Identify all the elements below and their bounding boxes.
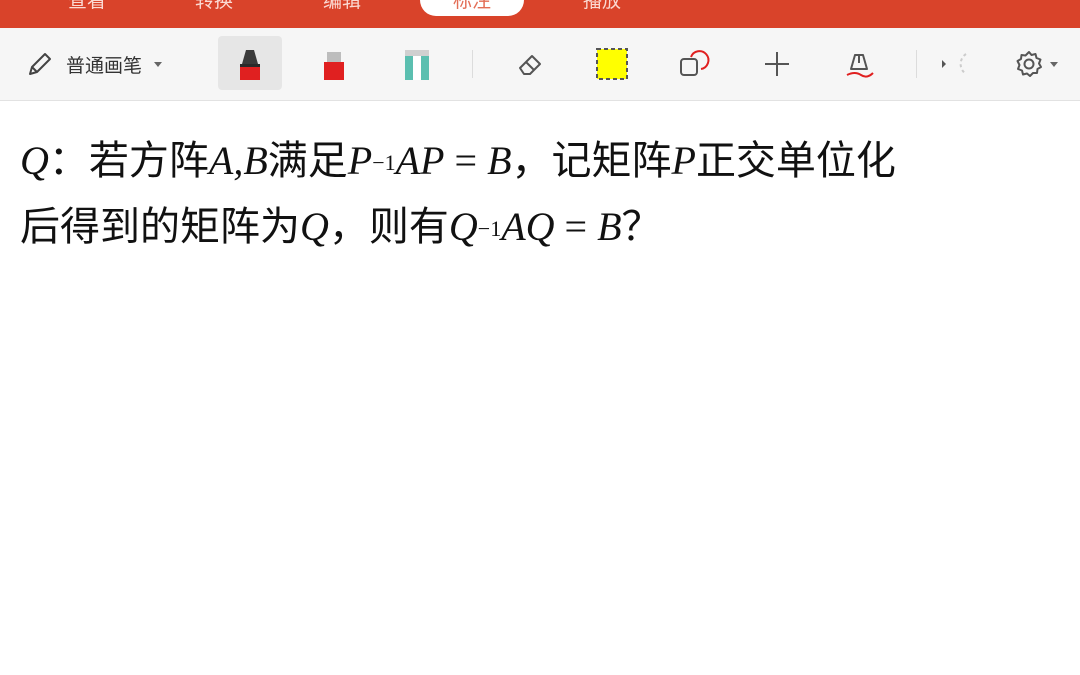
text-fragment: 后得到的矩阵为 bbox=[20, 204, 300, 250]
highlighter-red-icon bbox=[324, 52, 344, 80]
settings-icon bbox=[1016, 51, 1042, 77]
tab-annotate[interactable]: 标注 bbox=[420, 0, 524, 16]
math-operator: = bbox=[554, 204, 598, 249]
add-tool[interactable] bbox=[753, 28, 801, 100]
math-symbol: , bbox=[233, 138, 244, 183]
eraser-icon bbox=[519, 55, 541, 75]
highlighter-red-tool[interactable] bbox=[310, 28, 358, 100]
signature-tool[interactable] bbox=[836, 28, 884, 100]
dropdown-caret-icon bbox=[1050, 61, 1058, 67]
tab-view[interactable]: 查看 bbox=[35, 0, 139, 16]
math-superscript: −1 bbox=[372, 150, 396, 175]
marker-red-icon bbox=[240, 50, 260, 80]
marker-red-tool[interactable] bbox=[226, 28, 274, 100]
math-symbol: P bbox=[347, 138, 373, 183]
highlighter-teal-icon bbox=[405, 50, 429, 80]
math-symbol: AP bbox=[395, 138, 445, 183]
tab-play[interactable]: 播放 bbox=[550, 0, 654, 16]
text-fragment: ，则有 bbox=[328, 204, 449, 250]
toolbar-divider bbox=[916, 50, 917, 78]
pencil-icon bbox=[29, 53, 51, 75]
pen-mode-dropdown[interactable]: 普通画笔 bbox=[24, 28, 194, 100]
math-operator: = bbox=[444, 138, 488, 183]
math-symbol: B bbox=[487, 138, 512, 183]
math-symbol: P bbox=[671, 138, 696, 183]
shape-tool[interactable] bbox=[670, 28, 718, 100]
signature-pen-icon bbox=[846, 54, 874, 78]
math-symbol: Q bbox=[448, 204, 478, 249]
yellow-selection-icon bbox=[596, 48, 628, 80]
top-tab-bar: 查看 转换 编辑 标注 播放 bbox=[0, 0, 1080, 28]
plus-icon bbox=[765, 52, 789, 76]
math-superscript: −1 bbox=[477, 216, 502, 241]
text-fragment: ： bbox=[48, 138, 89, 184]
more-tools[interactable] bbox=[928, 28, 976, 100]
text-fragment: 满足 bbox=[267, 138, 348, 184]
text-fragment: ？ bbox=[621, 204, 662, 250]
math-symbol: AQ bbox=[501, 204, 555, 249]
annotation-toolbar: 普通画笔 bbox=[0, 28, 1080, 101]
shape-icon bbox=[680, 50, 710, 76]
eraser-tool[interactable] bbox=[506, 28, 554, 100]
more-icon bbox=[942, 53, 967, 75]
tab-edit[interactable]: 编辑 bbox=[290, 0, 394, 16]
math-symbol: Q bbox=[300, 204, 329, 249]
math-symbol: B bbox=[243, 138, 268, 183]
math-symbol: A bbox=[208, 138, 234, 183]
document-content: Q：若方阵A,B满足P−1AP = B，记矩阵P正交单位化 后得到的矩阵为Q，则… bbox=[20, 128, 1060, 260]
math-symbol: Q bbox=[20, 138, 49, 183]
text-fragment: 若方阵 bbox=[88, 138, 209, 184]
question-line-1: Q：若方阵A,B满足P−1AP = B，记矩阵P正交单位化 bbox=[20, 128, 1060, 194]
tab-convert[interactable]: 转换 bbox=[162, 0, 266, 16]
highlighter-teal-tool[interactable] bbox=[393, 28, 441, 100]
math-symbol: B bbox=[597, 204, 622, 249]
text-fragment: ，记矩阵 bbox=[511, 138, 672, 184]
dropdown-caret-icon bbox=[154, 61, 163, 67]
area-select-tool[interactable] bbox=[588, 28, 636, 100]
settings-button[interactable] bbox=[1006, 28, 1066, 100]
pen-mode-label: 普通画笔 bbox=[66, 54, 143, 77]
toolbar-divider bbox=[472, 50, 473, 78]
question-line-2: 后得到的矩阵为Q，则有Q−1AQ = B？ bbox=[20, 194, 1060, 260]
text-fragment: 正交单位化 bbox=[695, 138, 896, 184]
